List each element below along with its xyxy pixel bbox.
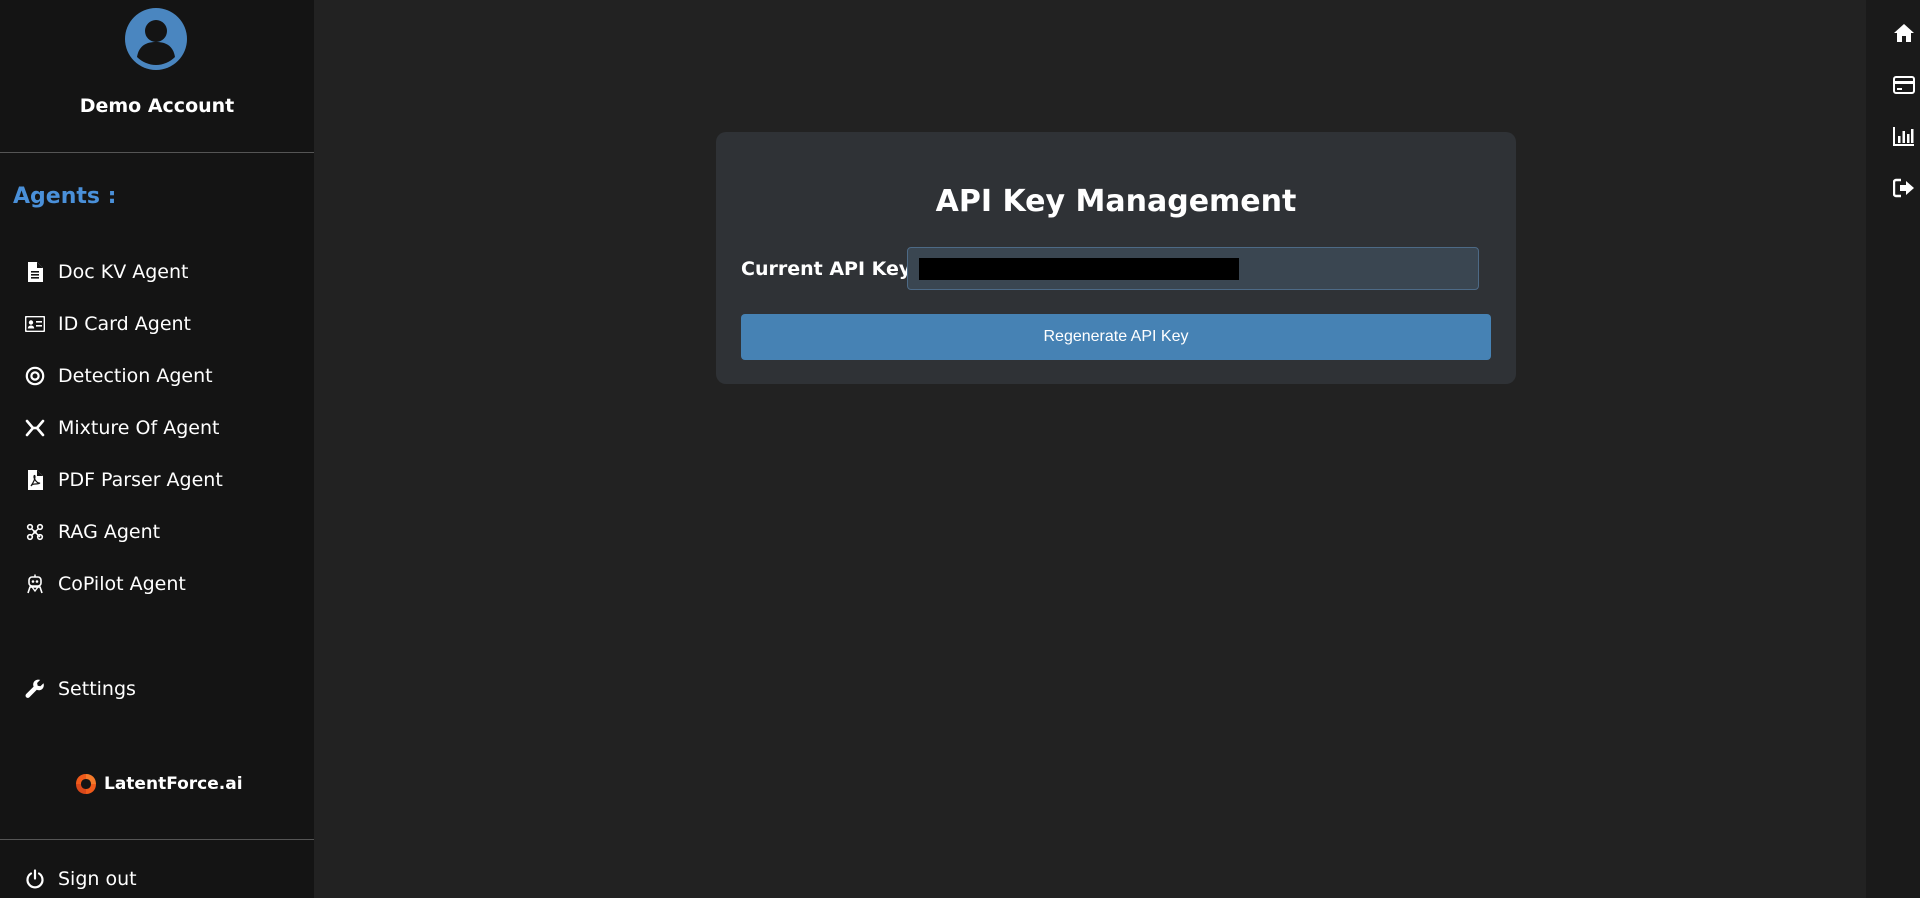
api-key-card: API Key Management Current API Key: Rege… <box>716 132 1516 384</box>
sidebar-item-label: Doc KV Agent <box>58 261 189 283</box>
sidebar-divider-top <box>0 152 314 153</box>
agents-heading: Agents : <box>13 184 117 209</box>
api-key-redacted-value <box>919 257 1239 280</box>
sidebar-item-label: Settings <box>58 678 136 700</box>
target-icon <box>24 365 46 387</box>
app-root: Demo Account Agents : Doc KV Agent ID Ca… <box>0 0 1920 898</box>
sidebar-item-rag-agent[interactable]: RAG Agent <box>24 514 294 550</box>
document-icon <box>24 261 46 283</box>
graph-nodes-icon <box>24 521 46 543</box>
sidebar: Demo Account Agents : Doc KV Agent ID Ca… <box>0 0 314 898</box>
power-icon <box>24 868 46 890</box>
sidebar-item-id-card-agent[interactable]: ID Card Agent <box>24 306 294 342</box>
sidebar-item-copilot-agent[interactable]: CoPilot Agent <box>24 566 294 602</box>
bar-chart-icon[interactable] <box>1893 125 1920 147</box>
right-rail <box>1866 0 1920 898</box>
robot-icon <box>24 573 46 595</box>
wrench-icon <box>24 678 46 700</box>
merge-arrows-icon <box>24 417 46 439</box>
sidebar-item-label: RAG Agent <box>58 521 161 543</box>
sign-out-button[interactable]: Sign out <box>24 861 294 897</box>
sidebar-item-settings[interactable]: Settings <box>24 671 294 707</box>
regenerate-api-key-button[interactable]: Regenerate API Key <box>741 314 1491 360</box>
id-card-icon <box>24 313 46 335</box>
latentforce-logo-icon <box>76 774 96 794</box>
pdf-file-icon <box>24 469 46 491</box>
sidebar-item-label: ID Card Agent <box>58 313 191 335</box>
credit-card-icon[interactable] <box>1893 74 1920 96</box>
logo-text: LatentForce.ai <box>104 774 243 794</box>
sidebar-item-mixture-of-agent[interactable]: Mixture Of Agent <box>24 410 294 446</box>
sidebar-item-detection-agent[interactable]: Detection Agent <box>24 358 294 394</box>
home-icon[interactable] <box>1893 22 1920 44</box>
sidebar-item-pdf-parser-agent[interactable]: PDF Parser Agent <box>24 462 294 498</box>
brand-logo: LatentForce.ai <box>74 770 243 798</box>
sidebar-item-label: CoPilot Agent <box>58 573 186 595</box>
api-key-label: Current API Key: <box>741 258 919 280</box>
sidebar-item-label: Mixture Of Agent <box>58 417 220 439</box>
profile-section: Demo Account <box>0 0 314 152</box>
sidebar-item-doc-kv-agent[interactable]: Doc KV Agent <box>24 254 294 290</box>
account-name: Demo Account <box>79 95 235 117</box>
user-avatar-icon[interactable] <box>125 8 187 70</box>
sidebar-item-label: PDF Parser Agent <box>58 469 223 491</box>
page-title: API Key Management <box>935 184 1297 219</box>
sidebar-divider-bottom <box>0 839 314 840</box>
sidebar-item-label: Detection Agent <box>58 365 213 387</box>
sign-out-icon[interactable] <box>1893 177 1920 199</box>
sign-out-label: Sign out <box>58 868 137 890</box>
api-key-field[interactable] <box>907 247 1479 290</box>
